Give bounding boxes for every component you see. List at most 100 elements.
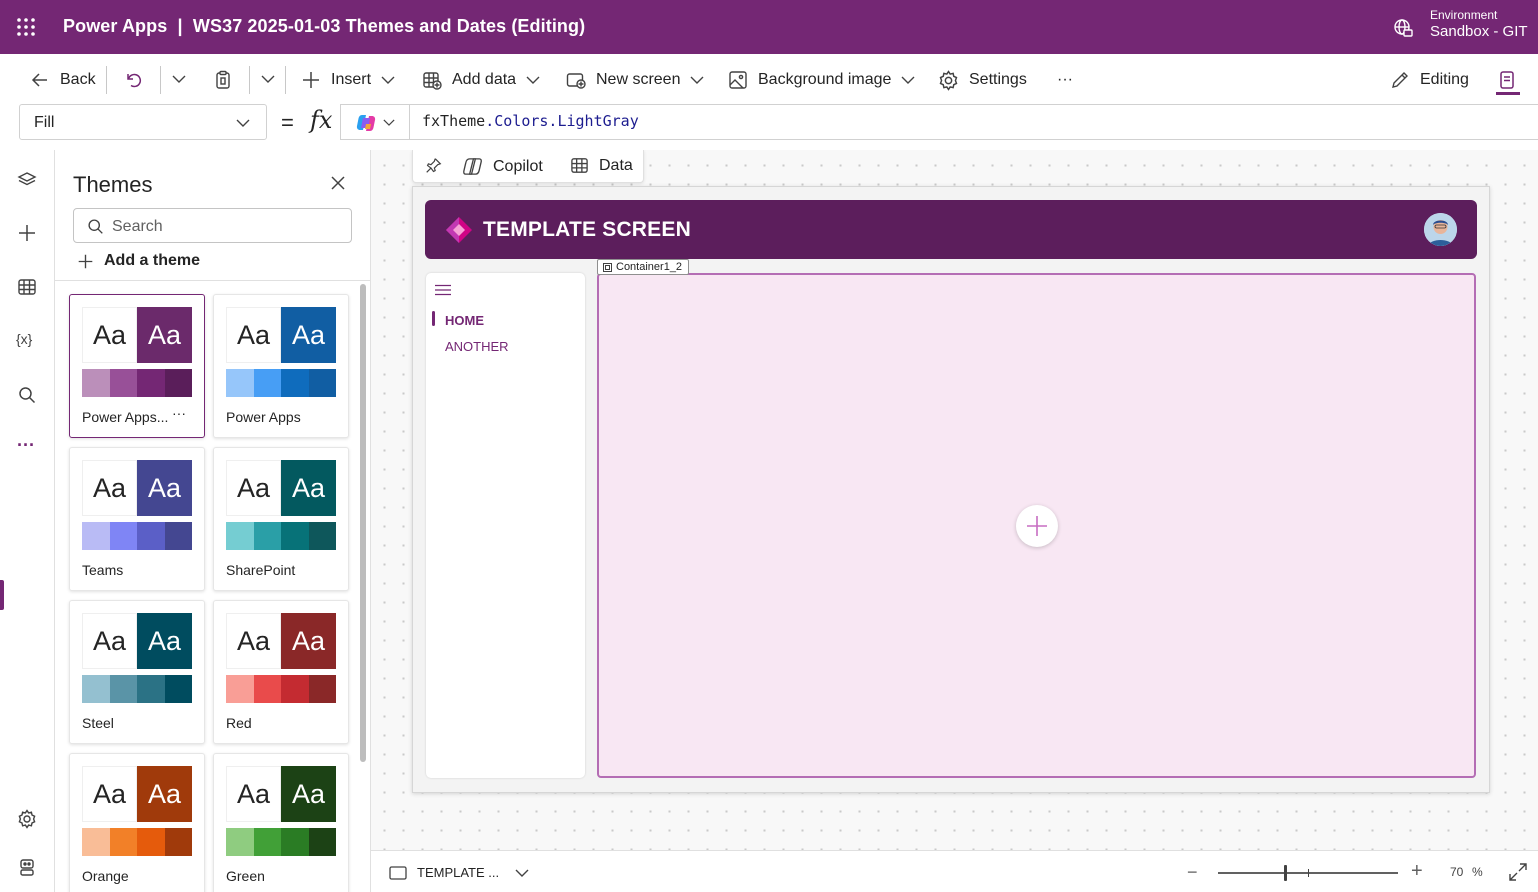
settings-rail-icon[interactable]	[17, 809, 37, 829]
theme-search-input[interactable]: Search	[73, 208, 352, 243]
status-bar: TEMPLATE ... − + 70 %	[371, 850, 1538, 892]
nav-item-home[interactable]: HOME	[445, 313, 484, 328]
table-add-icon	[423, 72, 442, 90]
formula-input[interactable]: fxTheme.Colors.LightGray	[340, 104, 1538, 140]
hamburger-icon[interactable]	[435, 284, 451, 296]
undo-icon	[127, 73, 142, 88]
paste-chevron-icon[interactable]	[261, 74, 275, 84]
tree-view-icon[interactable]	[17, 170, 37, 190]
fx-icon[interactable]: fx	[310, 106, 332, 134]
theme-color-swatch	[226, 675, 254, 703]
plus-icon	[303, 72, 319, 88]
theme-color-swatch	[253, 675, 281, 703]
back-button[interactable]: Back	[30, 68, 96, 92]
notes-button[interactable]	[1497, 68, 1527, 92]
theme-card[interactable]: Aa Aa Teams	[69, 447, 205, 591]
plus-icon	[78, 254, 93, 268]
theme-sample-dark: Aa	[137, 307, 192, 363]
copilot-formula-button[interactable]	[341, 105, 410, 139]
zoom-out-button[interactable]: −	[1187, 862, 1198, 883]
add-data-button[interactable]: Add data	[422, 68, 550, 92]
theme-color-swatch	[82, 828, 110, 856]
theme-color-swatch	[164, 675, 192, 703]
table-icon	[571, 158, 588, 173]
chevron-down-icon	[236, 119, 250, 127]
theme-card[interactable]: Aa Aa Red	[213, 600, 349, 744]
background-image-label: Background image	[758, 71, 892, 88]
theme-card[interactable]: Aa Aa SharePoint	[213, 447, 349, 591]
theme-color-swatch	[226, 522, 254, 550]
back-label: Back	[60, 71, 96, 88]
container-label: Container1_2	[616, 261, 683, 273]
paste-button[interactable]	[213, 68, 243, 92]
new-screen-icon	[566, 73, 586, 89]
notes-icon	[1500, 71, 1514, 89]
insert-label: Insert	[331, 71, 372, 88]
canvas-toolbar: Copilot Data	[412, 150, 644, 183]
app-screen[interactable]: TEMPLATE SCREEN HOME ANOTHER Container1_…	[412, 186, 1490, 793]
background-image-button[interactable]: Background image	[728, 68, 925, 92]
zoom-slider[interactable]	[1218, 865, 1398, 881]
container[interactable]	[597, 273, 1476, 778]
property-value: Fill	[34, 114, 55, 131]
virtual-agent-icon[interactable]	[17, 857, 37, 877]
variables-icon[interactable]: {x}	[16, 331, 32, 347]
avatar[interactable]	[1424, 213, 1457, 246]
zoom-slider-thumb[interactable]	[1283, 865, 1287, 881]
screen-name: TEMPLATE ...	[417, 865, 500, 880]
more-commands-button[interactable]: ···	[1057, 68, 1073, 92]
panel-scrollbar[interactable]	[360, 284, 366, 762]
undo-button[interactable]	[124, 68, 154, 92]
themes-panel: Themes Search Add a theme Aa Aa Power Apps…	[55, 150, 371, 892]
insert-button[interactable]: Insert	[301, 68, 405, 92]
theme-card[interactable]: Aa Aa Orange	[69, 753, 205, 892]
container-icon	[603, 263, 612, 272]
chevron-down-icon	[381, 76, 395, 84]
theme-name: Teams	[82, 562, 124, 578]
theme-color-swatch	[308, 675, 336, 703]
search-icon	[88, 219, 103, 234]
theme-sample-dark: Aa	[281, 460, 336, 516]
settings-button[interactable]: Settings	[938, 68, 1027, 92]
screen-header[interactable]: TEMPLATE SCREEN	[425, 200, 1477, 259]
theme-card[interactable]: Aa Aa Steel	[69, 600, 205, 744]
zoom-value[interactable]: 70	[1450, 865, 1463, 879]
add-theme-button[interactable]: Add a theme	[77, 252, 200, 270]
insert-rail-icon[interactable]	[17, 223, 37, 243]
command-bar: Back Insert Add data New screen Backgrou…	[0, 54, 1538, 104]
environment-icon[interactable]	[1393, 18, 1413, 38]
data-rail-icon[interactable]	[17, 277, 37, 297]
canvas-copilot-button[interactable]: Copilot	[462, 156, 543, 177]
fit-to-window-icon[interactable]	[1508, 862, 1528, 882]
data-label: Data	[599, 156, 633, 174]
theme-card[interactable]: Aa Aa Power Apps... ···	[69, 294, 205, 438]
theme-sample-light: Aa	[82, 766, 137, 822]
app-launcher-icon[interactable]	[17, 18, 35, 36]
add-control-button[interactable]	[1016, 505, 1058, 547]
theme-color-swatch	[281, 522, 309, 550]
theme-card[interactable]: Aa Aa Power Apps	[213, 294, 349, 438]
property-dropdown[interactable]: Fill	[19, 104, 267, 140]
theme-more-button[interactable]: ···	[172, 405, 186, 421]
editing-button[interactable]: Editing	[1390, 68, 1469, 92]
theme-sample-dark: Aa	[281, 766, 336, 822]
zoom-in-button[interactable]: +	[1411, 860, 1423, 883]
theme-card[interactable]: Aa Aa Green	[213, 753, 349, 892]
chevron-down-icon	[901, 76, 915, 84]
screen-selector[interactable]: TEMPLATE ...	[389, 865, 539, 880]
theme-name: Steel	[82, 715, 114, 731]
pin-icon[interactable]	[425, 157, 442, 174]
undo-chevron-icon[interactable]	[172, 74, 186, 84]
new-screen-button[interactable]: New screen	[566, 68, 714, 92]
nav-item-another[interactable]: ANOTHER	[445, 339, 509, 354]
search-rail-icon[interactable]	[17, 385, 37, 405]
close-icon[interactable]	[330, 175, 346, 191]
theme-color-swatch	[281, 675, 309, 703]
canvas-data-button[interactable]: Data	[570, 156, 633, 175]
search-placeholder: Search	[112, 218, 163, 235]
theme-sample-dark: Aa	[137, 460, 192, 516]
equals-sign: =	[281, 110, 294, 135]
theme-color-swatch	[137, 369, 165, 397]
more-rail-icon[interactable]: ···	[17, 435, 35, 456]
environment-value[interactable]: Sandbox - GIT	[1430, 23, 1528, 40]
